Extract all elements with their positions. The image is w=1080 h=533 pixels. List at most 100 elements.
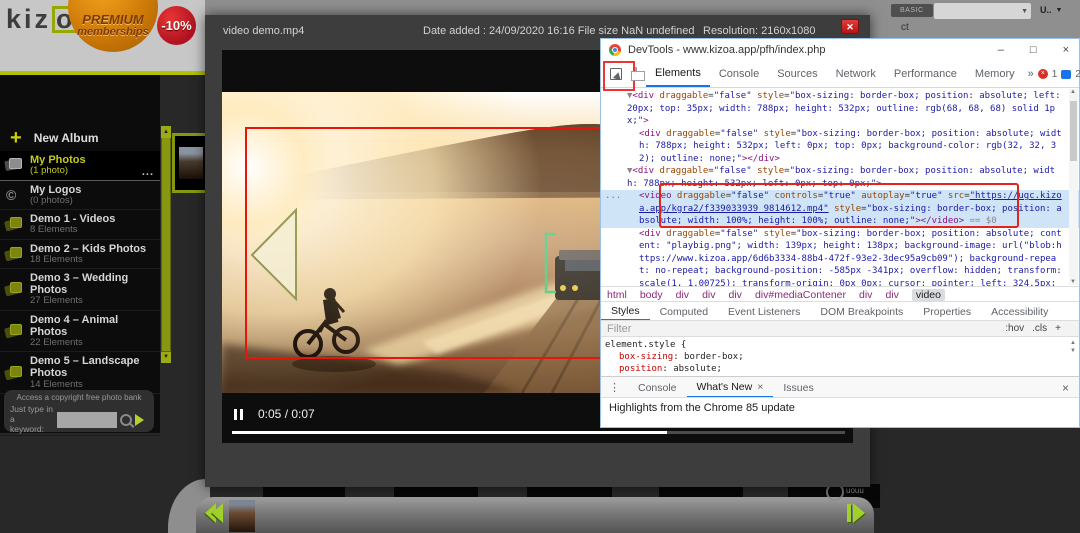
photos-icon (5, 157, 23, 173)
message-icon[interactable] (1061, 70, 1071, 79)
dom-node-line[interactable]: <div draggable="false" style="box-sizing… (601, 128, 1079, 166)
header-dropdown[interactable]: ▼ (934, 3, 1031, 19)
devtools-tab-memory[interactable]: Memory (966, 61, 1024, 87)
video-filename: video demo.mp4 (223, 25, 304, 37)
devtools-tab-performance[interactable]: Performance (885, 61, 966, 87)
breadcrumb-html[interactable]: html (607, 289, 627, 301)
scrollbar-up-arrow[interactable]: ▲ (161, 126, 171, 138)
toggle-hover-state[interactable]: :hov (1005, 323, 1024, 334)
devtools-tab-network[interactable]: Network (827, 61, 885, 87)
message-count: 26 (1075, 69, 1080, 80)
sidebar-scrollbar[interactable] (161, 126, 171, 352)
seek-bar-played (232, 431, 667, 434)
demo-icon (5, 216, 23, 232)
keyword-input[interactable] (57, 412, 117, 428)
dom-node-video[interactable]: ...<video draggable="false" controls="tr… (601, 190, 1079, 228)
thumbnail-image (179, 147, 203, 179)
seek-bar[interactable] (232, 431, 845, 434)
kizoa-app-screen: kizoa PREMIUM memberships -10% BASIC ▼ U… (0, 0, 1080, 533)
styles-tab-properties[interactable]: Properties (913, 302, 981, 321)
elements-tree: ▼<div draggable="false" style="box-sizin… (601, 87, 1079, 289)
album-subtitle: (1 photo) (30, 166, 86, 176)
error-icon[interactable]: × (1038, 69, 1048, 79)
breadcrumb-div-mediacontener[interactable]: div#mediaContener (755, 289, 846, 301)
drawer-tab-strip: ConsoleWhat's New×Issues (628, 377, 824, 398)
discount-badge[interactable]: -10% (157, 6, 196, 45)
styles-tab-styles[interactable]: Styles (601, 302, 650, 321)
drawer-tab-bar: ⋮ ConsoleWhat's New×Issues × (601, 376, 1079, 398)
styles-tab-event-listeners[interactable]: Event Listeners (718, 302, 810, 321)
modal-close-button[interactable]: ✕ (841, 19, 859, 34)
chevron-down-icon: ▼ (1021, 8, 1028, 15)
basic-plan-button[interactable]: BASIC (891, 4, 933, 17)
dom-node-line[interactable]: <div draggable="false" style="box-sizing… (601, 228, 1079, 290)
minimize-button[interactable]: – (998, 44, 1004, 56)
premium-line1: PREMIUM (82, 12, 143, 27)
header-logo-area: kizoa PREMIUM memberships -10% (0, 0, 205, 71)
devtools-tab-elements[interactable]: Elements (646, 61, 710, 87)
user-label: U.. (1040, 5, 1052, 15)
close-button[interactable]: × (1063, 44, 1069, 56)
search-icon[interactable] (120, 414, 132, 426)
devtools-tab-console[interactable]: Console (710, 61, 768, 87)
drawer-close-icon[interactable]: × (1062, 381, 1079, 395)
sidebar-item-demo-5[interactable]: Demo 5 – Landscape Photos14 Elements (0, 352, 160, 394)
devtools-toolbar: ElementsConsoleSourcesNetworkPerformance… (601, 61, 1079, 88)
drawer-tab-what-s-new[interactable]: What's New× (687, 377, 774, 398)
premium-memberships-badge[interactable]: PREMIUM memberships (68, 0, 158, 52)
photo-bank-panel: Access a copyright free photo bank Just … (4, 390, 154, 432)
devtools-tab-sources[interactable]: Sources (768, 61, 826, 87)
breadcrumb-div[interactable]: div (729, 289, 742, 301)
filmstrip-prev-button[interactable] (205, 503, 223, 523)
album-title: My Logos (30, 184, 81, 196)
annotation-video-region (245, 127, 602, 359)
sidebar-item-my-photos[interactable]: My Photos(1 photo)... (0, 151, 160, 181)
breadcrumb-div[interactable]: div (885, 289, 898, 301)
sidebar-item-my-logos[interactable]: My Logos(0 photos) (0, 181, 160, 211)
styles-scrollbar[interactable]: ▲▼ (1069, 339, 1077, 373)
album-subtitle: 8 Elements (30, 225, 115, 235)
keyword-label: Just type in a keyword: (10, 405, 54, 434)
search-go-arrow-icon[interactable] (135, 414, 144, 426)
breadcrumb-div[interactable]: div (676, 289, 689, 301)
sidebar-item-demo-1[interactable]: Demo 1 - Videos8 Elements (0, 210, 160, 240)
style-rules[interactable]: element.style { box-sizing: border-box;p… (601, 337, 1079, 378)
filmstrip-next-button[interactable] (847, 503, 865, 523)
styles-tab-computed[interactable]: Computed (650, 302, 718, 321)
device-toolbar-icon[interactable] (635, 67, 637, 81)
styles-tab-strip: StylesComputedEvent ListenersDOM Breakpo… (601, 301, 1079, 321)
drawer-tab-console[interactable]: Console (628, 377, 687, 398)
filmstrip-thumbnail[interactable] (229, 500, 255, 532)
elements-breadcrumb: html body div div div div#mediaContener div div… (601, 286, 1079, 302)
new-style-rule-button[interactable]: + (1055, 323, 1061, 334)
album-options-dots[interactable]: ... (142, 166, 154, 178)
sidebar-item-demo-3[interactable]: Demo 3 – Wedding Photos27 Elements (0, 269, 160, 311)
drawer-tab-issues[interactable]: Issues (773, 377, 823, 398)
styles-tab-accessibility[interactable]: Accessibility (981, 302, 1058, 321)
breadcrumb-div[interactable]: div (702, 289, 715, 301)
sidebar-item-demo-4[interactable]: Demo 4 – Animal Photos22 Elements (0, 311, 160, 353)
drawer-kebab-icon[interactable]: ⋮ (601, 381, 628, 394)
toggle-element-classes[interactable]: .cls (1032, 323, 1047, 334)
breadcrumb-div[interactable]: div (859, 289, 872, 301)
gutter-dots: ... (605, 190, 621, 203)
styles-tab-dom-breakpoints[interactable]: DOM Breakpoints (810, 302, 913, 321)
breadcrumb-body[interactable]: body (640, 289, 663, 301)
more-tabs-chevron[interactable]: » (1024, 68, 1038, 80)
elements-scrollbar[interactable] (1069, 89, 1078, 285)
scrollbar-down-arrow[interactable]: ▼ (161, 352, 171, 363)
pause-button[interactable] (234, 409, 243, 420)
dom-node-line[interactable]: ▼<div draggable="false" style="box-sizin… (601, 90, 1079, 128)
whats-new-content: Highlights from the Chrome 85 update (601, 397, 1079, 418)
new-album-label: New Album (34, 131, 99, 145)
breadcrumb-video[interactable]: video (912, 289, 945, 301)
video-meta: Date added : 24/09/2020 16:16 File size … (423, 25, 695, 37)
maximize-button[interactable]: □ (1030, 44, 1037, 56)
occluded-text: ct (901, 22, 909, 33)
new-album-button[interactable]: + New Album (0, 125, 160, 151)
sidebar-item-demo-2[interactable]: Demo 2 – Kids Photos18 Elements (0, 240, 160, 270)
demo-icon (5, 246, 23, 262)
user-menu[interactable]: U..▼ (1040, 5, 1062, 15)
album-title: Demo 3 – Wedding Photos (30, 272, 156, 296)
styles-filter-input[interactable]: Filter (607, 323, 631, 335)
